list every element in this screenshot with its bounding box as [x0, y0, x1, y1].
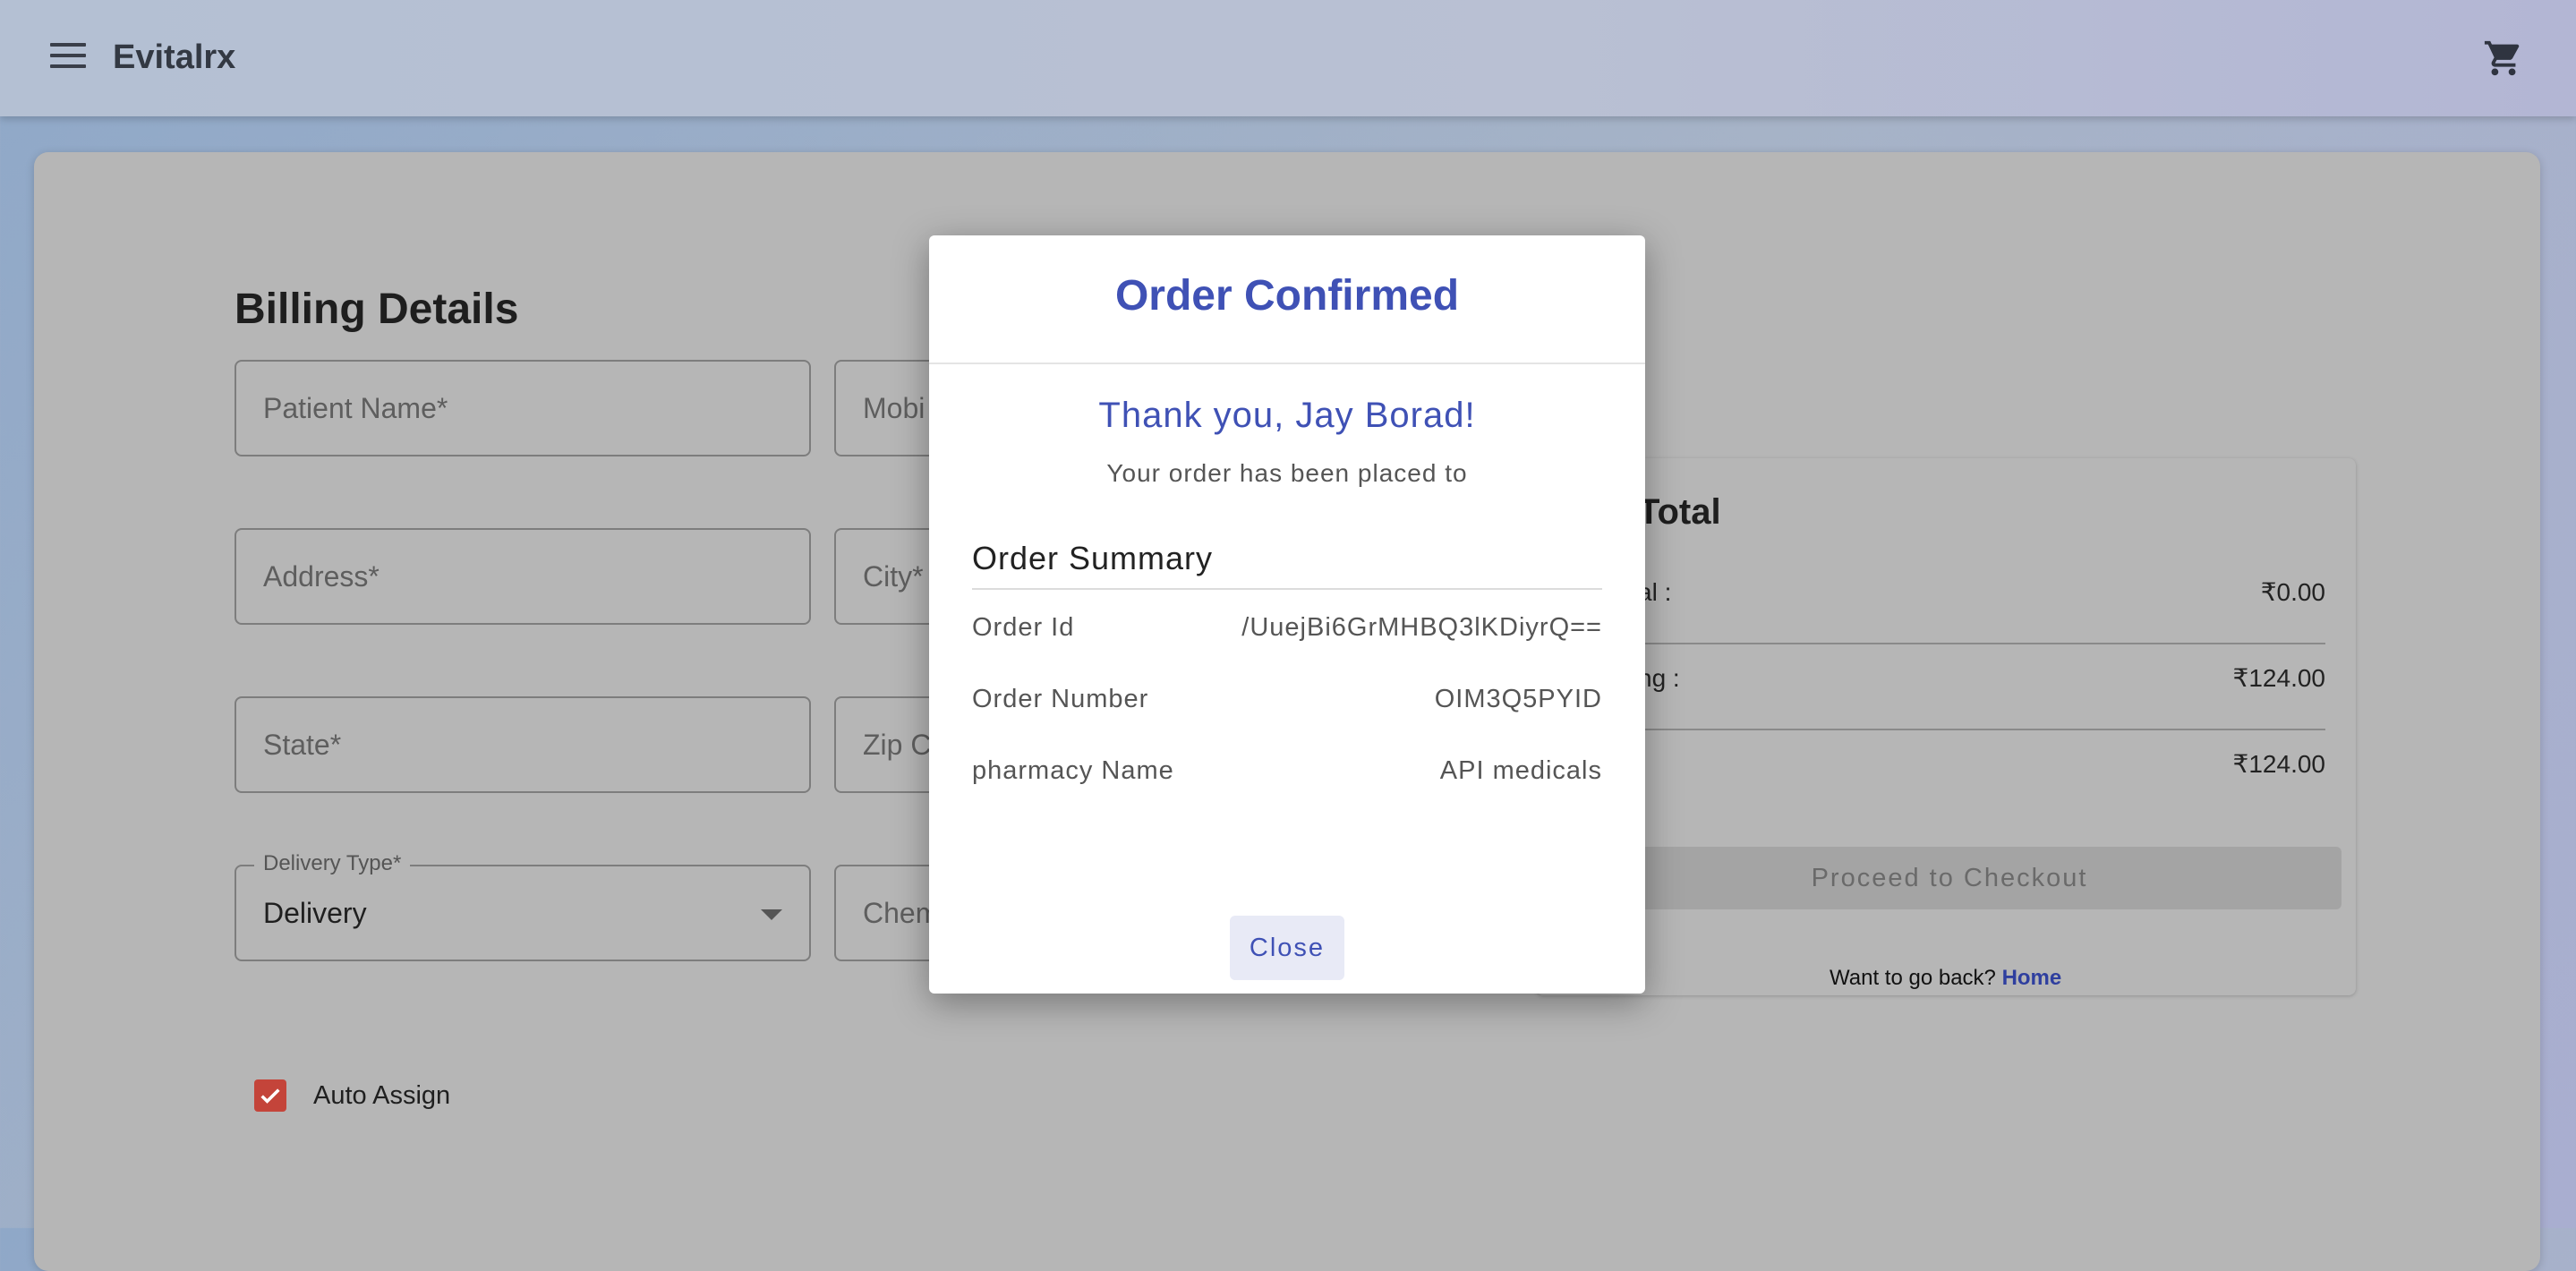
proceed-to-checkout-button[interactable]: Proceed to Checkout	[1557, 847, 2341, 909]
address-field[interactable]: Address*	[235, 528, 811, 625]
order-number-label: Order Number	[972, 685, 1149, 713]
patient-name-field[interactable]: Patient Name*	[235, 360, 811, 456]
shipping-value: ₹124.00	[2232, 664, 2325, 692]
app-bar: Evitalrx	[0, 0, 2576, 116]
order-id-label: Order Id	[972, 613, 1075, 642]
cart-divider	[1557, 643, 2325, 644]
subtotal-value: ₹0.00	[2260, 578, 2325, 606]
app-title: Evitalrx	[113, 38, 236, 76]
delivery-type-value: Delivery	[263, 897, 367, 929]
close-button[interactable]: Close	[1230, 916, 1344, 980]
order-placed-text: Your order has been placed to	[1106, 459, 1468, 487]
go-back-label: Want to go back?	[1830, 966, 1996, 990]
dropdown-arrow-icon	[761, 909, 782, 920]
auto-assign-checkbox[interactable]	[254, 1079, 286, 1112]
state-field[interactable]: State*	[235, 696, 811, 793]
cart-divider	[1557, 729, 2325, 730]
home-link[interactable]: Home	[2002, 966, 2062, 990]
order-id-value: /UuejBi6GrMHBQ3lKDiyrQ==	[1241, 613, 1602, 642]
delivery-type-label: Delivery Type*	[254, 850, 411, 877]
order-confirmed-dialog: Order Confirmed Thank you, Jay Borad! Yo…	[929, 235, 1645, 994]
dialog-divider	[929, 363, 1645, 364]
order-number-value: OIM3Q5PYID	[1434, 685, 1602, 713]
cart-total-title: Total	[1638, 492, 1721, 532]
menu-icon[interactable]	[50, 43, 86, 73]
cart-total-panel	[1536, 458, 2356, 995]
auto-assign-label: Auto Assign	[313, 1081, 451, 1110]
dialog-title: Order Confirmed	[1114, 272, 1460, 320]
go-back-text: Want to go back? Home	[1830, 963, 2061, 994]
order-summary-title: Order Summary	[972, 540, 1214, 576]
checkmark-icon	[260, 1088, 280, 1104]
pharmacy-name-value: API medicals	[1439, 756, 1602, 785]
cart-icon[interactable]	[2483, 38, 2524, 79]
billing-title: Billing Details	[235, 286, 519, 333]
total-value: ₹124.00	[2232, 750, 2325, 778]
pharmacy-name-label: pharmacy Name	[972, 756, 1174, 785]
summary-divider	[972, 588, 1602, 590]
thank-you-message: Thank you, Jay Borad!	[1098, 396, 1476, 435]
delivery-type-select[interactable]: Delivery	[235, 865, 811, 961]
